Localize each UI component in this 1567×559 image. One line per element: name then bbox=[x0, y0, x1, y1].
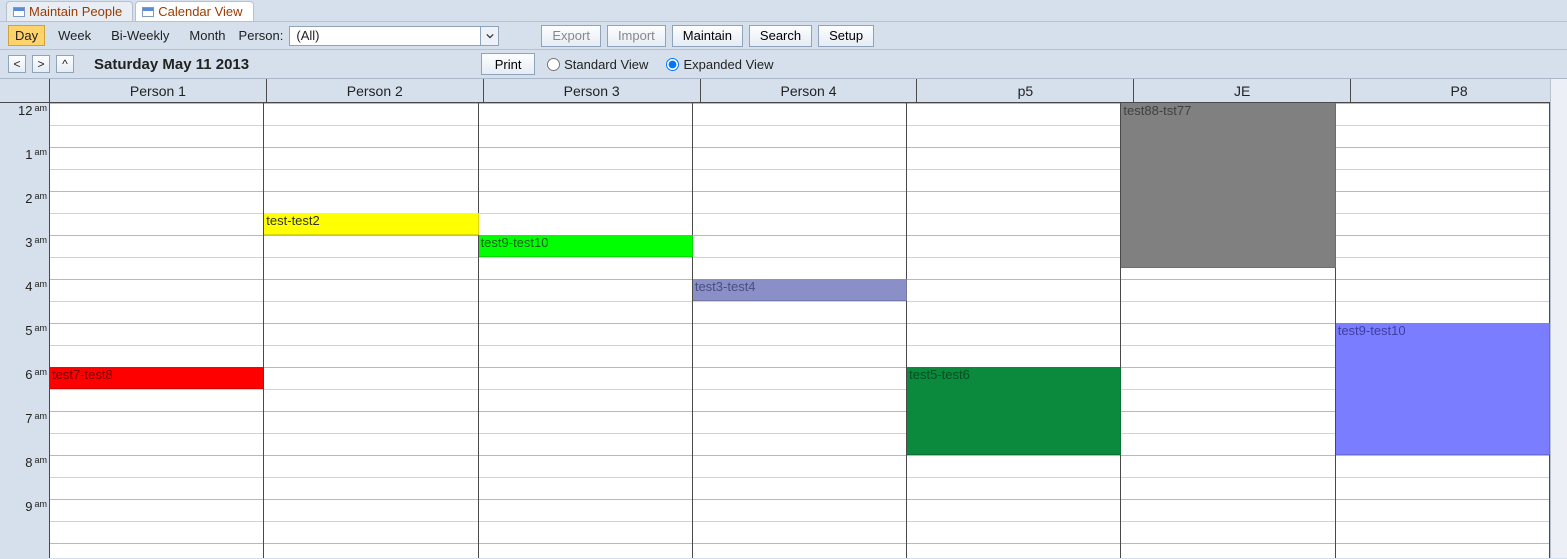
day-column[interactable] bbox=[479, 103, 693, 558]
form-icon bbox=[142, 7, 154, 17]
tab-calendar-view[interactable]: Calendar View bbox=[135, 1, 253, 21]
calendar-event[interactable]: test5-test6 bbox=[907, 367, 1121, 455]
calendar: Person 1Person 2Person 3Person 4p5JEP8 1… bbox=[0, 79, 1567, 558]
hour-label: 3am bbox=[0, 235, 47, 279]
column-header[interactable]: p5 bbox=[917, 79, 1134, 102]
day-column[interactable] bbox=[264, 103, 478, 558]
expanded-view-radio-input[interactable] bbox=[666, 58, 679, 71]
column-header[interactable]: P8 bbox=[1351, 79, 1567, 102]
standard-view-radio-input[interactable] bbox=[547, 58, 560, 71]
column-header[interactable]: Person 2 bbox=[267, 79, 484, 102]
calendar-event[interactable]: test-test2 bbox=[264, 213, 478, 235]
person-select-value: (All) bbox=[290, 28, 480, 43]
column-header[interactable]: Person 1 bbox=[50, 79, 267, 102]
view-biweekly-button[interactable]: Bi-Weekly bbox=[104, 25, 176, 46]
import-button[interactable]: Import bbox=[607, 25, 666, 47]
calendar-event[interactable]: test9-test10 bbox=[479, 235, 693, 257]
column-header[interactable]: Person 3 bbox=[484, 79, 701, 102]
chevron-down-icon bbox=[480, 27, 498, 45]
calendar-event[interactable]: test3-test4 bbox=[693, 279, 907, 301]
nav-up-button[interactable]: ^ bbox=[56, 55, 74, 73]
maintain-button[interactable]: Maintain bbox=[672, 25, 743, 47]
person-select[interactable]: (All) bbox=[289, 26, 499, 46]
calendar-event[interactable]: test7-test8 bbox=[50, 367, 264, 389]
toolbar-row-1: Day Week Bi-Weekly Month Person: (All) E… bbox=[0, 22, 1567, 50]
hour-label: 5am bbox=[0, 323, 47, 367]
hour-label: 9am bbox=[0, 499, 47, 543]
hour-label: 12am bbox=[0, 103, 47, 147]
calendar-body: 12am1am2am3am4am5am6am7am8am9am test88-t… bbox=[0, 103, 1567, 558]
hour-label: 7am bbox=[0, 411, 47, 455]
column-header[interactable]: JE bbox=[1134, 79, 1351, 102]
calendar-event[interactable]: test88-tst77 bbox=[1121, 103, 1335, 268]
toolbar-row-2: < > ^ Saturday May 11 2013 Print Standar… bbox=[0, 50, 1567, 78]
expanded-view-radio[interactable]: Expanded View bbox=[660, 57, 779, 72]
column-header[interactable]: Person 4 bbox=[701, 79, 918, 102]
export-button[interactable]: Export bbox=[541, 25, 601, 47]
current-date-title: Saturday May 11 2013 bbox=[94, 56, 249, 73]
setup-button[interactable]: Setup bbox=[818, 25, 874, 47]
calendar-event[interactable]: test9-test10 bbox=[1336, 323, 1550, 455]
column-headers: Person 1Person 2Person 3Person 4p5JEP8 bbox=[50, 79, 1567, 102]
day-column[interactable] bbox=[50, 103, 264, 558]
standard-view-radio[interactable]: Standard View bbox=[541, 57, 654, 72]
time-column-header bbox=[0, 79, 50, 102]
view-month-button[interactable]: Month bbox=[182, 25, 232, 46]
print-button[interactable]: Print bbox=[481, 53, 535, 75]
person-label: Person: bbox=[239, 28, 284, 43]
hour-label: 2am bbox=[0, 191, 47, 235]
hour-label: 6am bbox=[0, 367, 47, 411]
tab-label: Maintain People bbox=[29, 4, 122, 19]
nav-prev-button[interactable]: < bbox=[8, 55, 26, 73]
calendar-header: Person 1Person 2Person 3Person 4p5JEP8 bbox=[0, 79, 1567, 103]
search-button[interactable]: Search bbox=[749, 25, 812, 47]
toolbar-area: Day Week Bi-Weekly Month Person: (All) E… bbox=[0, 22, 1567, 79]
form-icon bbox=[13, 7, 25, 17]
time-column: 12am1am2am3am4am5am6am7am8am9am bbox=[0, 103, 50, 558]
tab-maintain-people[interactable]: Maintain People bbox=[6, 1, 133, 21]
tab-label: Calendar View bbox=[158, 4, 242, 19]
expanded-view-label: Expanded View bbox=[683, 57, 773, 72]
standard-view-label: Standard View bbox=[564, 57, 648, 72]
hour-label: 4am bbox=[0, 279, 47, 323]
document-tabs: Maintain People Calendar View bbox=[0, 0, 1567, 22]
view-day-button[interactable]: Day bbox=[8, 25, 45, 46]
day-column[interactable] bbox=[907, 103, 1121, 558]
nav-next-button[interactable]: > bbox=[32, 55, 50, 73]
day-columns[interactable]: test88-tst77test-test2test9-test10test3-… bbox=[50, 103, 1567, 558]
view-week-button[interactable]: Week bbox=[51, 25, 98, 46]
day-column[interactable] bbox=[693, 103, 907, 558]
hour-label: 8am bbox=[0, 455, 47, 499]
hour-label: 1am bbox=[0, 147, 47, 191]
vertical-scrollbar[interactable] bbox=[1550, 79, 1567, 558]
